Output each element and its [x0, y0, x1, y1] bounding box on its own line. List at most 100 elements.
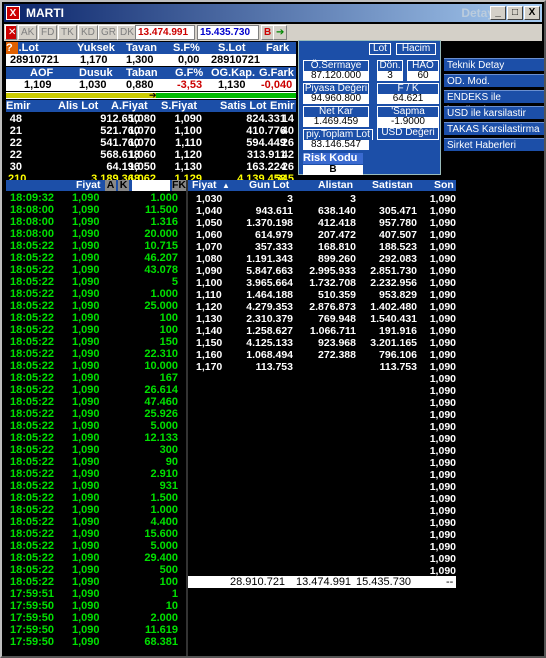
- trades-k-button[interactable]: K: [118, 180, 129, 191]
- menu-endeks-karsilastir[interactable]: ENDEKS ile karsilastir: [444, 90, 544, 116]
- level-cell: 1.370.198: [246, 217, 293, 229]
- level-row[interactable]: 1,030 3 3: [190, 194, 456, 205]
- trade-row[interactable]: 18:05:22 1,090 150: [8, 336, 186, 348]
- menu-sirket-haberleri[interactable]: Sirket Haberleri: [444, 138, 544, 151]
- trade-row[interactable]: 18:05:22 1,090 10.000: [8, 360, 186, 372]
- trade-row[interactable]: 18:05:22 1,090 2.910: [8, 468, 186, 480]
- trade-row[interactable]: 18:05:22 1,090 300: [8, 444, 186, 456]
- arrow-right-icon[interactable]: ➔: [273, 25, 288, 40]
- level-row[interactable]: 1,100 3.965.664 1.732.708 2.232.956: [190, 278, 456, 289]
- trade-row[interactable]: 17:59:50 1,090 2.000: [8, 612, 186, 624]
- trade-row[interactable]: 18:05:22 1,090 5.000: [8, 420, 186, 432]
- trade-row[interactable]: 18:05:22 1,090 167: [8, 372, 186, 384]
- level-row[interactable]: 1,060 614.979 207.472 407.507: [190, 230, 456, 241]
- toolbar-gr-button[interactable]: GR: [98, 25, 119, 40]
- trade-cell: 1.000: [150, 192, 178, 204]
- trade-row[interactable]: 18:05:22 1,090 26.614: [8, 384, 186, 396]
- toolbar-tk-button[interactable]: TK: [58, 25, 77, 40]
- trade-row[interactable]: 18:08:00 1,090 11.500: [8, 204, 186, 216]
- trade-cell: 1,090: [72, 336, 100, 348]
- trade-cell: 1,090: [72, 624, 100, 636]
- trade-cell: 1,090: [72, 312, 100, 324]
- trade-row[interactable]: 18:05:22 1,090 90: [8, 456, 186, 468]
- usd-degeri-button[interactable]: USD Değeri: [377, 127, 439, 140]
- trade-row[interactable]: 18:05:22 1,090 47.460: [8, 396, 186, 408]
- trade-row[interactable]: 18:05:22 1,090 100: [8, 324, 186, 336]
- trade-row[interactable]: 18:05:22 1,090 43.078: [8, 264, 186, 276]
- trade-row[interactable]: 18:05:22 1,090 931: [8, 480, 186, 492]
- menu-takas-karsilastirma[interactable]: TAKAS Karsilastirma: [444, 122, 544, 135]
- trade-row[interactable]: 18:08:00 1,090 20.000: [8, 228, 186, 240]
- toolbar-dk-button[interactable]: DK: [117, 25, 137, 40]
- depth-cell: 42: [281, 149, 294, 161]
- summary-values-1: 28910721 1,170 1,300 0,00 28910721: [6, 54, 296, 66]
- trade-row[interactable]: 18:05:22 1,090 500: [8, 564, 186, 576]
- trade-row[interactable]: 17:59:50 1,090 68.381: [8, 636, 186, 648]
- menu-teknik-detay[interactable]: Teknik Detay: [444, 58, 544, 71]
- depth-row[interactable]: 30 64.196 1,050 1,130 163.224 26: [6, 161, 296, 173]
- minimize-button[interactable]: _: [490, 6, 506, 20]
- level-row[interactable]: 1,160 1.068.494 272.388 796.106: [190, 350, 456, 361]
- depth-row[interactable]: 22 541.760 1,070 1,110 594.449 26: [6, 137, 296, 149]
- trade-cell: 18:05:22: [10, 420, 55, 432]
- level-row[interactable]: 1,080 1.191.343 899.260 292.083: [190, 254, 456, 265]
- level-row[interactable]: 1,140 1.258.627 1.066.711 191.916: [190, 326, 456, 337]
- trade-row[interactable]: 18:05:22 1,090 4.400: [8, 516, 186, 528]
- trade-row[interactable]: 18:05:22 1,090 100: [8, 312, 186, 324]
- close-small-icon[interactable]: ✕: [5, 25, 17, 40]
- hacim-button[interactable]: Hacim: [396, 43, 436, 55]
- trade-row[interactable]: 18:05:22 1,090 29.400: [8, 552, 186, 564]
- trade-row[interactable]: 18:05:22 1,090 22.310: [8, 348, 186, 360]
- trade-row[interactable]: 18:05:22 1,090 1.500: [8, 492, 186, 504]
- level-row[interactable]: 1,150 4.125.133 923.968 3.201.165: [190, 338, 456, 349]
- level-row[interactable]: 1,090 5.847.663 2.995.933 2.851.730: [190, 266, 456, 277]
- trade-row[interactable]: 18:09:32 1,090 1.000: [8, 192, 186, 204]
- trade-cell: 18:05:22: [10, 360, 55, 372]
- trade-row[interactable]: 18:05:22 1,090 25.000: [8, 300, 186, 312]
- level-cell: 3: [287, 193, 293, 205]
- depth-row[interactable]: 21 521.760 1,070 1,100 410.776 40: [6, 125, 296, 137]
- trades-filter-input[interactable]: [132, 180, 170, 191]
- trade-cell: 18:05:22: [10, 444, 55, 456]
- trade-row[interactable]: 18:05:22 1,090 15.600: [8, 528, 186, 540]
- son-cell: 1,090: [429, 457, 456, 469]
- trade-row[interactable]: 18:05:22 1,090 1.000: [8, 288, 186, 300]
- menu-usd-karsilastir[interactable]: USD ile karsilastir: [444, 106, 544, 119]
- trade-row[interactable]: 17:59:50 1,090 11.619: [8, 624, 186, 636]
- toolbar-fd-button[interactable]: FD: [38, 25, 58, 40]
- trade-row[interactable]: 18:05:22 1,090 1.000: [8, 504, 186, 516]
- title-bar[interactable]: X MARTI Detay _ □ X: [4, 4, 542, 22]
- trade-row[interactable]: 18:05:22 1,090 12.133: [8, 432, 186, 444]
- trade-row[interactable]: 18:05:22 1,090 10.715: [8, 240, 186, 252]
- trade-row[interactable]: 18:08:00 1,090 1.316: [8, 216, 186, 228]
- level-row[interactable]: 1,040 943.611 638.140 305.471: [190, 206, 456, 217]
- maximize-button[interactable]: □: [507, 6, 523, 20]
- level-row[interactable]: 1,120 4.279.353 2.876.873 1.402.480: [190, 302, 456, 313]
- level-row[interactable]: 1,110 1.464.188 510.359 953.829: [190, 290, 456, 301]
- trades-a-button[interactable]: A: [105, 180, 116, 191]
- trade-row[interactable]: 18:05:22 1,090 25.926: [8, 408, 186, 420]
- toolbar-ak-button[interactable]: AK: [18, 25, 38, 40]
- trade-row[interactable]: 18:05:22 1,090 5.000: [8, 540, 186, 552]
- lot-button[interactable]: Lot: [369, 43, 391, 55]
- trade-cell: 1,090: [72, 396, 100, 408]
- level-row[interactable]: 1,050 1.370.198 412.418 957.780: [190, 218, 456, 229]
- trade-row[interactable]: 18:05:22 1,090 100: [8, 576, 186, 588]
- close-button[interactable]: X: [524, 6, 540, 20]
- menu-od-mod[interactable]: OD. Mod.: [444, 74, 544, 87]
- depth-row[interactable]: 48 912.650 1,080 1,090 824.331 14: [6, 113, 296, 125]
- toolbar-kd-button[interactable]: KD: [78, 25, 98, 40]
- son-cell: 1,090: [429, 373, 456, 385]
- level-row[interactable]: 1,130 2.310.379 769.948 1.540.431: [190, 314, 456, 325]
- level-row[interactable]: 1,070 357.333 168.810 188.523: [190, 242, 456, 253]
- trade-row[interactable]: 18:05:22 1,090 46.207: [8, 252, 186, 264]
- level-row[interactable]: 1,170 113.753 113.753: [190, 362, 456, 373]
- trades-fk-button[interactable]: FK: [172, 180, 186, 191]
- trade-row[interactable]: 18:05:22 1,090 5: [8, 276, 186, 288]
- trade-row[interactable]: 17:59:51 1,090 1: [8, 588, 186, 600]
- trade-cell: 12.133: [144, 432, 178, 444]
- levels-h-gunlot: Gun Lot: [249, 179, 290, 191]
- depth-row[interactable]: 22 568.618 1,060 1,120 313.911 42: [6, 149, 296, 161]
- trade-row[interactable]: 17:59:50 1,090 10: [8, 600, 186, 612]
- trade-cell: 1,090: [72, 360, 100, 372]
